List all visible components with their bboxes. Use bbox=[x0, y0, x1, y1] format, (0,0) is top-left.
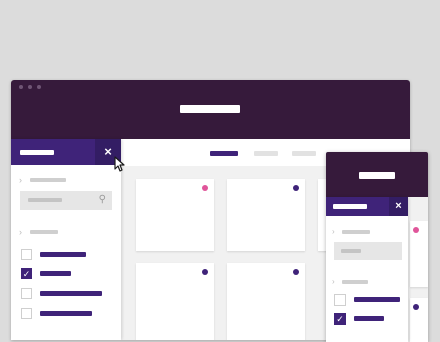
option-label bbox=[354, 297, 400, 302]
section-label bbox=[342, 280, 368, 284]
search-input[interactable] bbox=[334, 242, 402, 260]
window-title bbox=[359, 172, 395, 179]
window-dot[interactable] bbox=[37, 85, 41, 89]
panel-title bbox=[20, 150, 54, 155]
filter-panel: × › ⚲ › ✓ bbox=[11, 139, 121, 340]
status-dot bbox=[293, 269, 299, 275]
chevron-right-icon[interactable]: › bbox=[332, 227, 335, 236]
filter-panel: × › › ✓ bbox=[326, 197, 408, 342]
section-label bbox=[30, 178, 66, 182]
card[interactable] bbox=[136, 179, 214, 251]
panel-header: × bbox=[11, 139, 121, 165]
checkbox[interactable] bbox=[21, 308, 32, 319]
search-input[interactable]: ⚲ bbox=[20, 191, 112, 210]
mouse-pointer-icon bbox=[114, 156, 125, 172]
tab[interactable] bbox=[292, 151, 316, 156]
search-placeholder bbox=[28, 198, 62, 202]
window-dot[interactable] bbox=[28, 85, 32, 89]
option-label bbox=[40, 252, 86, 257]
section-label bbox=[30, 230, 58, 234]
section-label bbox=[342, 230, 370, 234]
search-placeholder bbox=[341, 249, 361, 253]
search-icon[interactable]: ⚲ bbox=[99, 195, 106, 205]
option-label bbox=[354, 316, 384, 321]
panel-title bbox=[333, 204, 367, 209]
chevron-right-icon[interactable]: › bbox=[19, 176, 22, 185]
option-label bbox=[40, 291, 102, 296]
card[interactable] bbox=[227, 179, 305, 251]
checkbox[interactable] bbox=[21, 249, 32, 260]
checkbox[interactable] bbox=[334, 294, 346, 306]
card[interactable] bbox=[227, 263, 305, 340]
status-dot bbox=[413, 304, 419, 310]
status-dot bbox=[413, 227, 419, 233]
card[interactable] bbox=[410, 298, 428, 342]
window-header bbox=[326, 152, 428, 197]
mobile-window: × › › ✓ bbox=[326, 152, 428, 342]
status-dot bbox=[202, 269, 208, 275]
status-dot bbox=[202, 185, 208, 191]
card[interactable] bbox=[410, 221, 428, 287]
card[interactable] bbox=[136, 263, 214, 340]
chevron-right-icon[interactable]: › bbox=[332, 277, 335, 286]
close-icon[interactable]: × bbox=[389, 197, 408, 216]
panel-header: × bbox=[326, 197, 408, 216]
checkbox[interactable] bbox=[21, 288, 32, 299]
window-header bbox=[11, 80, 410, 139]
checkbox-checked[interactable]: ✓ bbox=[21, 268, 32, 279]
checkbox-checked[interactable]: ✓ bbox=[334, 313, 346, 325]
status-dot bbox=[293, 185, 299, 191]
tab-active[interactable] bbox=[210, 151, 238, 156]
window-title bbox=[180, 105, 240, 113]
chevron-right-icon[interactable]: › bbox=[19, 228, 22, 237]
tab[interactable] bbox=[254, 151, 278, 156]
option-label bbox=[40, 311, 92, 316]
window-dot[interactable] bbox=[19, 85, 23, 89]
option-label bbox=[40, 271, 71, 276]
